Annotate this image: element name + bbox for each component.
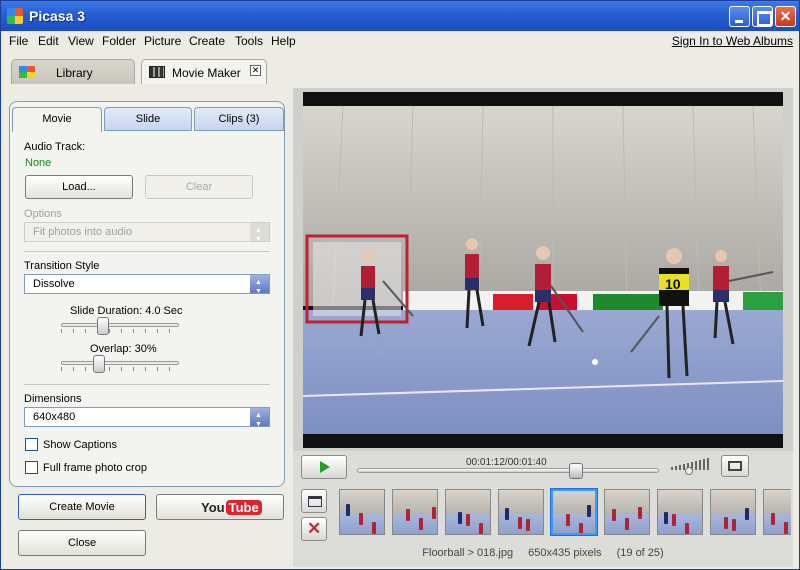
seek-slider[interactable] — [568, 463, 583, 479]
status-line: Floorball > 018.jpg 650x435 pixels (19 o… — [293, 547, 793, 559]
dimensions-value: 640x480 — [33, 411, 76, 423]
filmstrip-thumbnail[interactable] — [657, 489, 703, 535]
slide-duration-label: Slide Duration: 4.0 Sec — [70, 305, 183, 317]
filmstrip-thumbnail[interactable] — [550, 488, 598, 536]
transition-style-value: Dissolve — [33, 278, 75, 290]
overlap-ticks — [61, 367, 179, 371]
play-icon — [320, 461, 330, 473]
window-title: Picasa 3 — [29, 8, 86, 24]
text-slide-icon — [308, 496, 322, 507]
menu-tools[interactable]: Tools — [235, 34, 263, 48]
menu-folder[interactable]: Folder — [102, 34, 136, 48]
dimensions-label: Dimensions — [24, 393, 82, 405]
remove-clip-button[interactable]: ✕ — [301, 517, 327, 541]
play-button[interactable] — [301, 455, 347, 479]
filmstrip-thumbnail[interactable] — [498, 489, 544, 535]
sign-in-link[interactable]: Sign In to Web Albums — [672, 34, 793, 48]
library-icon — [19, 66, 35, 78]
options-spinner-icon — [250, 222, 269, 249]
minimize-icon — [730, 7, 749, 26]
tab-movie[interactable]: Movie — [12, 107, 102, 132]
slide-duration-slider[interactable] — [97, 317, 110, 335]
audio-track-value: None — [25, 157, 52, 169]
divider — [24, 384, 270, 385]
slide-duration-ticks — [61, 329, 179, 333]
create-movie-button[interactable]: Create Movie — [18, 494, 146, 520]
volume-slider[interactable] — [685, 467, 693, 475]
delete-icon: ✕ — [307, 519, 322, 538]
settings-tabs: Movie Slide Clips (3) — [10, 107, 284, 132]
clear-button[interactable]: Clear — [145, 175, 253, 199]
seek-track[interactable] — [357, 468, 659, 473]
options-value: Fit photos into audio — [33, 226, 133, 238]
tab-clips[interactable]: Clips (3) — [194, 107, 284, 131]
tab-library-label: Library — [56, 66, 93, 80]
close-window-button[interactable]: ✕ — [775, 6, 796, 27]
dimensions-spinner-icon — [250, 407, 269, 434]
title-bar[interactable]: Picasa 3 ✕ — [1, 1, 799, 31]
menu-bar: File Edit View Folder Picture Create Too… — [1, 31, 799, 51]
menu-file[interactable]: File — [9, 34, 28, 48]
filmstrip-thumbnail[interactable] — [710, 489, 756, 535]
filmstrip-thumbnail[interactable] — [763, 489, 791, 535]
menu-create[interactable]: Create — [189, 34, 225, 48]
status-size: 650x435 pixels — [528, 547, 602, 559]
dimensions-select[interactable]: 640x480 — [24, 407, 270, 434]
app-tabstrip: Library Movie Maker ✕ — [1, 56, 799, 84]
overlap-label: Overlap: 30% — [90, 343, 157, 355]
menu-edit[interactable]: Edit — [38, 34, 59, 48]
audio-track-label: Audio Track: — [24, 141, 86, 153]
transition-style-select[interactable]: Dissolve — [24, 274, 270, 301]
overlap-track[interactable] — [61, 361, 179, 365]
transition-spinner-icon — [250, 274, 269, 301]
fullscreen-icon — [728, 461, 742, 471]
status-position: (19 of 25) — [616, 547, 664, 559]
floorball-photo: 10 — [303, 106, 783, 434]
menu-help[interactable]: Help — [271, 34, 296, 48]
show-captions-label: Show Captions — [43, 439, 117, 451]
video-preview[interactable]: 10 — [303, 92, 783, 448]
filmstrip-thumbnail[interactable] — [339, 489, 385, 535]
tab-movie-maker[interactable]: Movie Maker ✕ — [141, 59, 267, 84]
divider — [24, 251, 270, 252]
film-icon — [149, 66, 165, 78]
tab-movie-maker-label: Movie Maker — [172, 66, 241, 80]
options-label: Options — [24, 208, 62, 220]
picasa-window: Picasa 3 ✕ File Edit View Folder Picture… — [0, 0, 800, 570]
overlap-slider[interactable] — [92, 355, 105, 373]
status-path: Floorball > 018.jpg — [422, 547, 514, 559]
close-tab-icon[interactable]: ✕ — [250, 65, 261, 76]
youtube-logo: You Tube — [201, 500, 262, 515]
filmstrip-thumbnail[interactable] — [604, 489, 650, 535]
minimize-button[interactable] — [729, 6, 750, 27]
menu-picture[interactable]: Picture — [144, 34, 181, 48]
full-frame-checkbox[interactable] — [25, 461, 38, 474]
picasa-logo-icon — [7, 8, 23, 24]
filmstrip[interactable] — [339, 487, 791, 539]
close-icon: ✕ — [779, 8, 792, 24]
youtube-upload-button[interactable]: You Tube — [156, 494, 284, 520]
slide-duration-track[interactable] — [61, 323, 179, 327]
load-button[interactable]: Load... — [25, 175, 133, 199]
transition-style-label: Transition Style — [24, 260, 100, 272]
tab-slide[interactable]: Slide — [104, 107, 192, 131]
svg-text:10: 10 — [665, 276, 681, 292]
fullscreen-button[interactable] — [721, 455, 749, 477]
menu-view[interactable]: View — [68, 34, 94, 48]
preview-area: 10 — [293, 88, 793, 451]
movie-settings-panel: Movie Slide Clips (3) Audio Track: None … — [9, 101, 285, 487]
maximize-icon — [753, 7, 772, 26]
full-frame-label: Full frame photo crop — [43, 462, 147, 474]
close-button[interactable]: Close — [18, 530, 146, 556]
player-controls: 00:01:12/00:01:40 ✕ Floorball > 018.jpg … — [293, 451, 793, 567]
tab-library[interactable]: Library — [11, 59, 135, 84]
timecode: 00:01:12/00:01:40 — [466, 457, 547, 468]
show-captions-checkbox[interactable] — [25, 438, 38, 451]
options-select[interactable]: Fit photos into audio — [24, 222, 270, 249]
maximize-button[interactable] — [752, 6, 773, 27]
filmstrip-thumbnail[interactable] — [445, 489, 491, 535]
filmstrip-thumbnail[interactable] — [392, 489, 438, 535]
add-text-slide-button[interactable] — [301, 489, 327, 513]
